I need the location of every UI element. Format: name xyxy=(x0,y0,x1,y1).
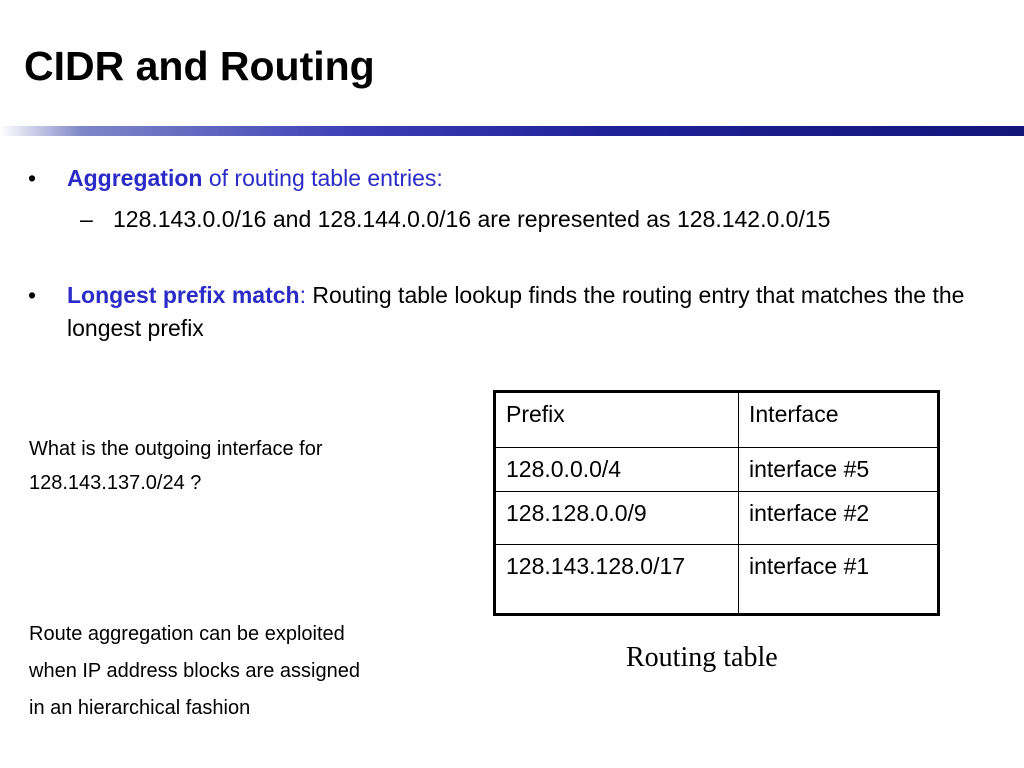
table-row: 128.0.0.0/4 interface #5 xyxy=(494,447,939,492)
note-line: in an hierarchical fashion xyxy=(29,697,251,719)
question-text: What is the outgoing interface for 128.1… xyxy=(29,432,449,500)
table-row: 128.128.0.0/9 interface #2 xyxy=(494,491,939,545)
cell-interface: interface #2 xyxy=(738,491,939,545)
question-line: 128.143.137.0/24 ? xyxy=(29,472,202,494)
table-caption: Routing table xyxy=(626,642,778,673)
cell-interface: interface #5 xyxy=(738,447,939,492)
question-line: What is the outgoing interface for xyxy=(29,438,323,460)
sub-bullet-text: 128.143.0.0/16 and 128.144.0.0/16 are re… xyxy=(113,206,831,232)
cell-interface: interface #1 xyxy=(738,544,939,615)
cell-prefix: 128.0.0.0/4 xyxy=(494,447,739,492)
table-header-row: Prefix Interface xyxy=(494,391,939,448)
title-divider xyxy=(0,126,1024,136)
bullet-marker: • xyxy=(28,282,37,308)
aggregation-note: Route aggregation can be exploited when … xyxy=(29,616,469,727)
bullet-aggregation: • Aggregation of routing table entries: xyxy=(28,162,988,195)
bullet-text: Longest prefix match: Routing table look… xyxy=(67,279,988,346)
bullet-keyword: Aggregation xyxy=(67,165,203,191)
bullet-longest-prefix: • Longest prefix match: Routing table lo… xyxy=(28,279,988,346)
cell-prefix: 128.128.0.0/9 xyxy=(494,491,739,545)
header-cell-prefix: Prefix xyxy=(494,391,739,448)
bullet-text: Aggregation of routing table entries: xyxy=(67,162,988,195)
note-line: when IP address blocks are assigned xyxy=(29,660,360,682)
header-cell-interface: Interface xyxy=(738,391,939,448)
dash-marker: – xyxy=(80,206,93,232)
slide-title: CIDR and Routing xyxy=(24,43,375,89)
table-row: 128.143.128.0/17 interface #1 xyxy=(494,544,939,615)
routing-table: Prefix Interface 128.0.0.0/4 interface #… xyxy=(493,390,940,616)
bullet-keyword: Longest prefix match xyxy=(67,282,300,308)
note-line: Route aggregation can be exploited xyxy=(29,623,345,645)
bullet-marker: • xyxy=(28,165,37,191)
bullet-body: of routing table entries: xyxy=(202,165,443,191)
sub-bullet-aggregation-example: – 128.143.0.0/16 and 128.144.0.0/16 are … xyxy=(80,203,920,236)
cell-prefix: 128.143.128.0/17 xyxy=(494,544,739,615)
